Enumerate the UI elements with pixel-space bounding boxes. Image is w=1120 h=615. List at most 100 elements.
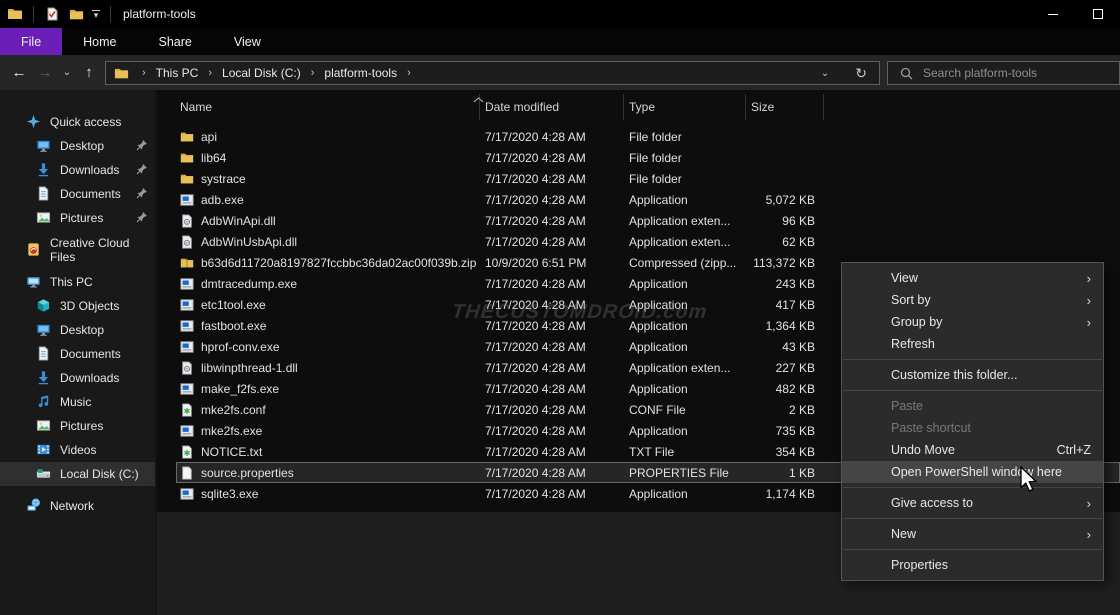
sidebar-item-documents[interactable]: Documents [0, 182, 155, 206]
menu-item-refresh[interactable]: Refresh [842, 333, 1103, 355]
file-date-modified: 7/17/2020 4:28 AM [480, 424, 624, 438]
breadcrumb-local-disk-c[interactable]: Local Disk (C:) [218, 66, 305, 80]
menu-item-label: New [891, 527, 916, 541]
zip-icon [180, 256, 194, 270]
file-date-modified: 7/17/2020 4:28 AM [480, 382, 624, 396]
tab-home[interactable]: Home [62, 28, 137, 55]
sidebar-item-label: Music [60, 395, 91, 409]
menu-item-view[interactable]: View› [842, 267, 1103, 289]
pin-icon [136, 211, 149, 224]
tab-view[interactable]: View [213, 28, 282, 55]
tab-file[interactable]: File [0, 28, 62, 55]
menu-item-shortcut: Ctrl+Z [1057, 443, 1091, 457]
sidebar-item-3d-objects[interactable]: 3D Objects [0, 294, 155, 318]
sidebar-item-pictures[interactable]: Pictures [0, 414, 155, 438]
qat-customize-icon[interactable]: ▾ [92, 10, 100, 18]
menu-item-new[interactable]: New› [842, 523, 1103, 545]
sidebar-item-local-disk-c[interactable]: Local Disk (C:) [0, 462, 155, 486]
up-button[interactable]: ↑ [76, 60, 102, 86]
sidebar-item-label: Local Disk (C:) [60, 467, 139, 481]
file-name: make_f2fs.exe [201, 382, 279, 396]
file-row-lib64[interactable]: lib647/17/2020 4:28 AMFile folder [176, 147, 1120, 168]
file-row-adb-exe[interactable]: adb.exe7/17/2020 4:28 AMApplication5,072… [176, 189, 1120, 210]
breadcrumb-this-pc[interactable]: This PC [152, 66, 203, 80]
file-row-api[interactable]: api7/17/2020 4:28 AMFile folder [176, 126, 1120, 147]
sidebar-item-desktop[interactable]: Desktop [0, 134, 155, 158]
qat-new-folder-icon[interactable] [67, 5, 85, 23]
file-name: sqlite3.exe [201, 487, 258, 501]
file-size: 43 KB [746, 340, 824, 354]
folder-icon [180, 172, 194, 186]
dll-icon [180, 214, 194, 228]
sidebar-item-downloads[interactable]: Downloads [0, 158, 155, 182]
maximize-icon [1093, 9, 1103, 19]
menu-item-sort-by[interactable]: Sort by› [842, 289, 1103, 311]
menu-item-give-access-to[interactable]: Give access to› [842, 492, 1103, 514]
file-name: AdbWinApi.dll [201, 214, 276, 228]
sidebar-item-this-pc[interactable]: This PC [0, 270, 155, 294]
column-header-name[interactable]: Name [176, 94, 480, 120]
file-size: 354 KB [746, 445, 824, 459]
sidebar-item-quick-access[interactable]: Quick access [0, 110, 155, 134]
file-size: 113,372 KB [746, 256, 824, 270]
ribbon-tab-bar: File Home Share View [0, 28, 1120, 55]
sidebar-item-pictures[interactable]: Pictures [0, 206, 155, 230]
menu-item-undo-move[interactable]: Undo MoveCtrl+Z [842, 439, 1103, 461]
file-name: mke2fs.conf [201, 403, 266, 417]
sidebar-item-creative-cloud-files[interactable]: Creative Cloud Files [0, 238, 155, 262]
minimize-icon [1048, 14, 1058, 15]
file-name: AdbWinUsbApi.dll [201, 235, 297, 249]
app-folder-icon [6, 5, 24, 23]
minimize-button[interactable] [1030, 0, 1075, 28]
qat-properties-icon[interactable] [43, 5, 61, 23]
sidebar-item-label: Pictures [60, 419, 103, 433]
quick-access-star-icon [26, 114, 42, 130]
desktop-icon [36, 138, 52, 154]
menu-item-customize-this-folder[interactable]: Customize this folder... [842, 364, 1103, 386]
file-explorer-window: ▾ platform-tools File Home Share View ← … [0, 0, 1120, 615]
column-header-type[interactable]: Type [624, 94, 746, 120]
sidebar-item-label: Documents [60, 187, 121, 201]
tab-share[interactable]: Share [138, 28, 213, 55]
column-header-size[interactable]: Size [746, 94, 824, 120]
forward-button[interactable]: → [32, 60, 58, 86]
sidebar-item-label: Downloads [60, 163, 119, 177]
doc-icon [180, 466, 194, 480]
title-bar: ▾ platform-tools [0, 0, 1120, 28]
menu-separator [843, 518, 1102, 519]
refresh-icon[interactable]: ↻ [843, 65, 879, 82]
menu-item-label: Sort by [891, 293, 931, 307]
file-type: Application [624, 340, 746, 354]
sidebar-item-documents[interactable]: Documents [0, 342, 155, 366]
search-input[interactable]: Search platform-tools [887, 61, 1120, 85]
menu-item-properties[interactable]: Properties [842, 554, 1103, 576]
exe-icon [180, 382, 194, 396]
recent-locations-icon[interactable]: ⌄ [58, 60, 76, 86]
breadcrumb-platform-tools[interactable]: platform-tools [320, 66, 401, 80]
file-row-adbwinapi-dll[interactable]: AdbWinApi.dll7/17/2020 4:28 AMApplicatio… [176, 210, 1120, 231]
maximize-button[interactable] [1075, 0, 1120, 28]
menu-separator [843, 487, 1102, 488]
file-row-systrace[interactable]: systrace7/17/2020 4:28 AMFile folder [176, 168, 1120, 189]
address-bar[interactable]: › This PC › Local Disk (C:) › platform-t… [105, 61, 880, 85]
sidebar-item-network[interactable]: Network [0, 494, 155, 518]
titlebar-separator-2 [110, 6, 111, 22]
back-button[interactable]: ← [6, 60, 32, 86]
menu-item-group-by[interactable]: Group by› [842, 311, 1103, 333]
sidebar-item-label: Documents [60, 347, 121, 361]
sidebar-item-videos[interactable]: Videos [0, 438, 155, 462]
sidebar-item-music[interactable]: Music [0, 390, 155, 414]
file-row-adbwinusbapi-dll[interactable]: AdbWinUsbApi.dll7/17/2020 4:28 AMApplica… [176, 231, 1120, 252]
dll-icon [180, 235, 194, 249]
file-name: fastboot.exe [201, 319, 266, 333]
column-header-date[interactable]: Date modified [480, 94, 624, 120]
address-dropdown-icon[interactable]: ⌄ [807, 68, 843, 79]
music-icon [36, 394, 52, 410]
file-name: api [201, 130, 217, 144]
sidebar-item-downloads[interactable]: Downloads [0, 366, 155, 390]
sidebar-item-label: Creative Cloud Files [50, 236, 155, 264]
sort-ascending-icon[interactable] [473, 90, 484, 108]
sidebar-item-desktop[interactable]: Desktop [0, 318, 155, 342]
file-type: Application exten... [624, 361, 746, 375]
menu-item-open-powershell-window-here[interactable]: Open PowerShell window here [842, 461, 1103, 483]
